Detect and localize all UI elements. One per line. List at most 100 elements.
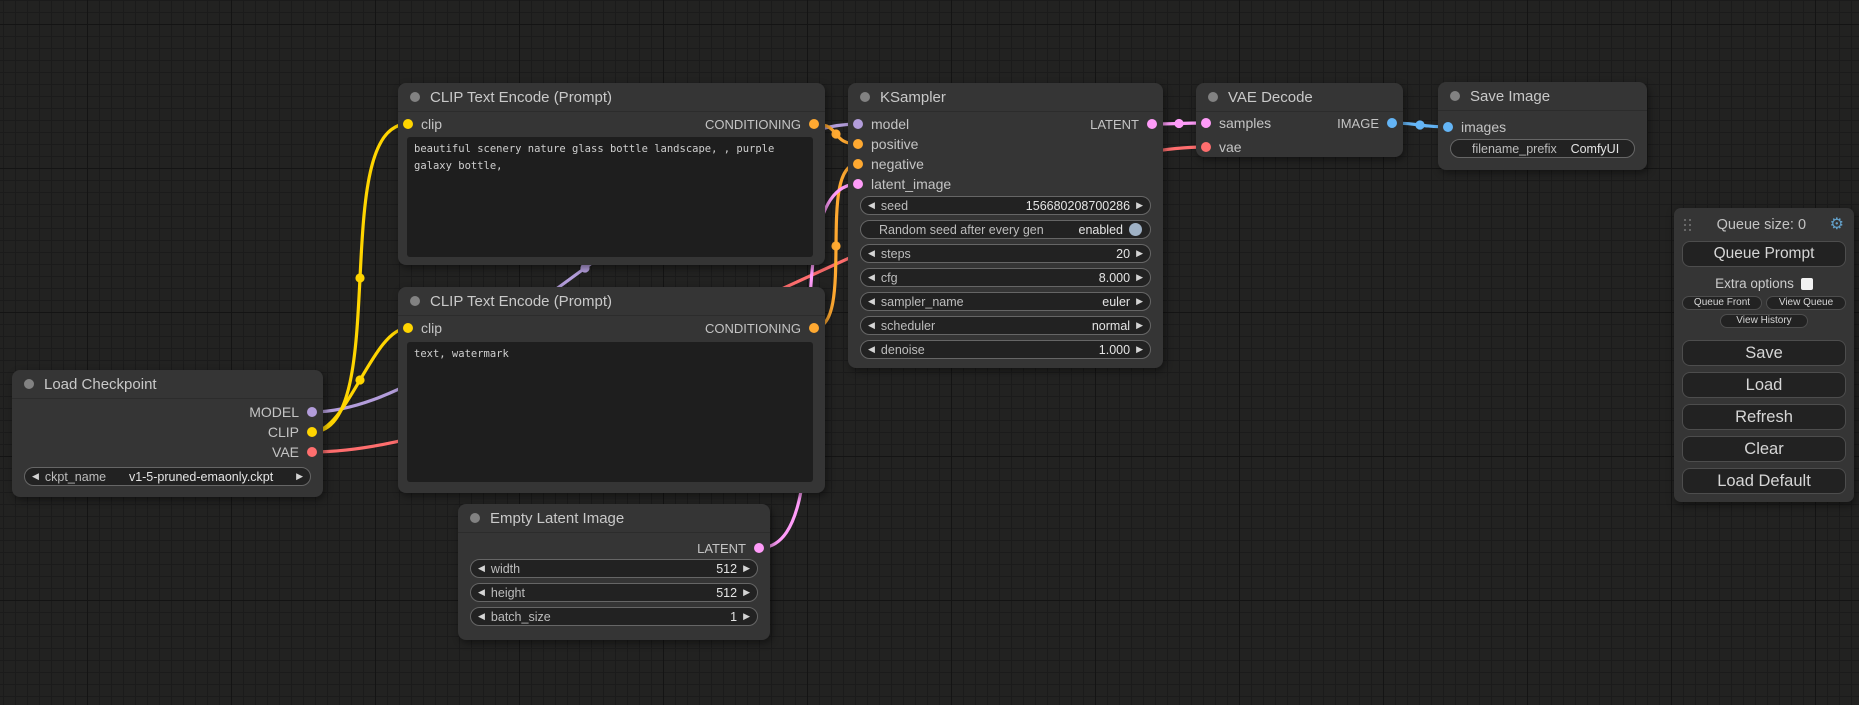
collapse-dot-icon[interactable]	[470, 513, 480, 523]
widget-seed[interactable]: ◀ seed 156680208700286 ▶	[860, 196, 1151, 215]
output-dot-vae[interactable]	[307, 447, 317, 457]
input-dot-clip[interactable]	[403, 323, 413, 333]
widget-denoise[interactable]: ◀ denoise 1.000 ▶	[860, 340, 1151, 359]
decrement-arrow-icon[interactable]: ◀	[32, 472, 39, 481]
decrement-arrow-icon[interactable]: ◀	[868, 345, 875, 354]
decrement-arrow-icon[interactable]: ◀	[868, 321, 875, 330]
increment-arrow-icon[interactable]: ▶	[1136, 201, 1143, 210]
widget-label: seed	[881, 199, 908, 213]
widget-batch-size[interactable]: ◀ batch_size 1 ▶	[470, 607, 758, 626]
input-dot-model[interactable]	[853, 119, 863, 129]
collapse-dot-icon[interactable]	[24, 379, 34, 389]
output-label-conditioning: CONDITIONING	[705, 321, 801, 336]
output-slot-model: MODEL	[249, 402, 317, 422]
node-title-bar[interactable]: CLIP Text Encode (Prompt)	[398, 287, 825, 316]
node-title-bar[interactable]: Load Checkpoint	[12, 370, 323, 399]
increment-arrow-icon[interactable]: ▶	[743, 564, 750, 573]
input-slot-positive: positive	[853, 134, 918, 154]
decrement-arrow-icon[interactable]: ◀	[868, 297, 875, 306]
output-slot-conditioning: CONDITIONING	[705, 318, 819, 338]
widget-sampler-name[interactable]: ◀ sampler_name euler ▶	[860, 292, 1151, 311]
node-vae-decode[interactable]: VAE Decode samples vae IMAGE	[1196, 83, 1403, 157]
node-title-bar[interactable]: KSampler	[848, 83, 1163, 112]
node-title: KSampler	[880, 89, 946, 106]
toggle-dot[interactable]	[1129, 223, 1142, 236]
increment-arrow-icon[interactable]: ▶	[1136, 273, 1143, 282]
increment-arrow-icon[interactable]: ▶	[1136, 321, 1143, 330]
output-dot-model[interactable]	[307, 407, 317, 417]
widget-filename-prefix[interactable]: filename_prefix ComfyUI	[1450, 139, 1635, 158]
collapse-dot-icon[interactable]	[860, 92, 870, 102]
node-ksampler[interactable]: KSampler model positive negative latent_…	[848, 83, 1163, 368]
input-dot-clip[interactable]	[403, 119, 413, 129]
increment-arrow-icon[interactable]: ▶	[1136, 345, 1143, 354]
decrement-arrow-icon[interactable]: ◀	[868, 201, 875, 210]
decrement-arrow-icon[interactable]: ◀	[478, 564, 485, 573]
prompt-text-field[interactable]: beautiful scenery nature glass bottle la…	[407, 137, 813, 257]
output-dot-latent[interactable]	[754, 543, 764, 553]
drag-handle[interactable]	[1684, 219, 1693, 232]
output-slot-latent: LATENT	[1090, 114, 1157, 134]
load-default-button[interactable]: Load Default	[1682, 468, 1846, 494]
widget-steps[interactable]: ◀ steps 20 ▶	[860, 244, 1151, 263]
node-title-bar[interactable]: CLIP Text Encode (Prompt)	[398, 83, 825, 112]
collapse-dot-icon[interactable]	[410, 296, 420, 306]
input-label-latent-image: latent_image	[871, 176, 951, 192]
queue-front-button[interactable]: Queue Front	[1682, 296, 1762, 310]
widget-cfg[interactable]: ◀ cfg 8.000 ▶	[860, 268, 1151, 287]
extra-options-checkbox[interactable]	[1801, 278, 1813, 290]
widget-value: 156680208700286	[914, 199, 1130, 213]
widget-value: enabled	[1050, 223, 1123, 237]
widget-height[interactable]: ◀ height 512 ▶	[470, 583, 758, 602]
input-dot-latent-image[interactable]	[853, 179, 863, 189]
node-title-bar[interactable]: VAE Decode	[1196, 83, 1403, 112]
input-slot-images: images	[1443, 117, 1506, 137]
increment-arrow-icon[interactable]: ▶	[743, 612, 750, 621]
node-title: Load Checkpoint	[44, 376, 157, 393]
node-load-checkpoint[interactable]: Load Checkpoint MODEL CLIP VAE ◀ ckpt_na…	[12, 370, 323, 497]
save-button[interactable]: Save	[1682, 340, 1846, 366]
queue-prompt-button[interactable]: Queue Prompt	[1682, 241, 1846, 267]
input-dot-vae[interactable]	[1201, 142, 1211, 152]
node-title: CLIP Text Encode (Prompt)	[430, 293, 612, 310]
output-dot-latent[interactable]	[1147, 119, 1157, 129]
widget-scheduler[interactable]: ◀ scheduler normal ▶	[860, 316, 1151, 335]
widget-width[interactable]: ◀ width 512 ▶	[470, 559, 758, 578]
increment-arrow-icon[interactable]: ▶	[743, 588, 750, 597]
input-dot-positive[interactable]	[853, 139, 863, 149]
increment-arrow-icon[interactable]: ▶	[1136, 297, 1143, 306]
node-save-image[interactable]: Save Image images filename_prefix ComfyU…	[1438, 82, 1647, 170]
output-dot-image[interactable]	[1387, 118, 1397, 128]
collapse-dot-icon[interactable]	[1208, 92, 1218, 102]
clear-button[interactable]: Clear	[1682, 436, 1846, 462]
collapse-dot-icon[interactable]	[1450, 91, 1460, 101]
decrement-arrow-icon[interactable]: ◀	[868, 249, 875, 258]
node-graph-canvas[interactable]: Load Checkpoint MODEL CLIP VAE ◀ ckpt_na…	[0, 0, 1859, 705]
decrement-arrow-icon[interactable]: ◀	[478, 612, 485, 621]
node-title-bar[interactable]: Empty Latent Image	[458, 504, 770, 533]
node-clip-text-encode-negative[interactable]: CLIP Text Encode (Prompt) clip CONDITION…	[398, 287, 825, 493]
decrement-arrow-icon[interactable]: ◀	[478, 588, 485, 597]
node-empty-latent-image[interactable]: Empty Latent Image LATENT ◀ width 512 ▶ …	[458, 504, 770, 640]
node-title-bar[interactable]: Save Image	[1438, 82, 1647, 111]
widget-random-seed-toggle[interactable]: Random seed after every gen enabled	[860, 220, 1151, 239]
increment-arrow-icon[interactable]: ▶	[296, 472, 303, 481]
output-dot-conditioning[interactable]	[809, 119, 819, 129]
view-history-button[interactable]: View History	[1720, 314, 1808, 328]
collapse-dot-icon[interactable]	[410, 92, 420, 102]
view-queue-button[interactable]: View Queue	[1766, 296, 1846, 310]
input-dot-negative[interactable]	[853, 159, 863, 169]
settings-gear-icon[interactable]: ⚙	[1830, 217, 1844, 233]
widget-ckpt-name[interactable]: ◀ ckpt_name v1-5-pruned-emaonly.ckpt ▶	[24, 467, 311, 486]
input-dot-samples[interactable]	[1201, 118, 1211, 128]
refresh-button[interactable]: Refresh	[1682, 404, 1846, 430]
increment-arrow-icon[interactable]: ▶	[1136, 249, 1143, 258]
node-clip-text-encode-positive[interactable]: CLIP Text Encode (Prompt) clip CONDITION…	[398, 83, 825, 265]
decrement-arrow-icon[interactable]: ◀	[868, 273, 875, 282]
output-dot-conditioning[interactable]	[809, 323, 819, 333]
input-dot-images[interactable]	[1443, 122, 1453, 132]
load-button[interactable]: Load	[1682, 372, 1846, 398]
prompt-text-field[interactable]: text, watermark	[407, 342, 813, 482]
widget-label: width	[491, 562, 520, 576]
output-dot-clip[interactable]	[307, 427, 317, 437]
